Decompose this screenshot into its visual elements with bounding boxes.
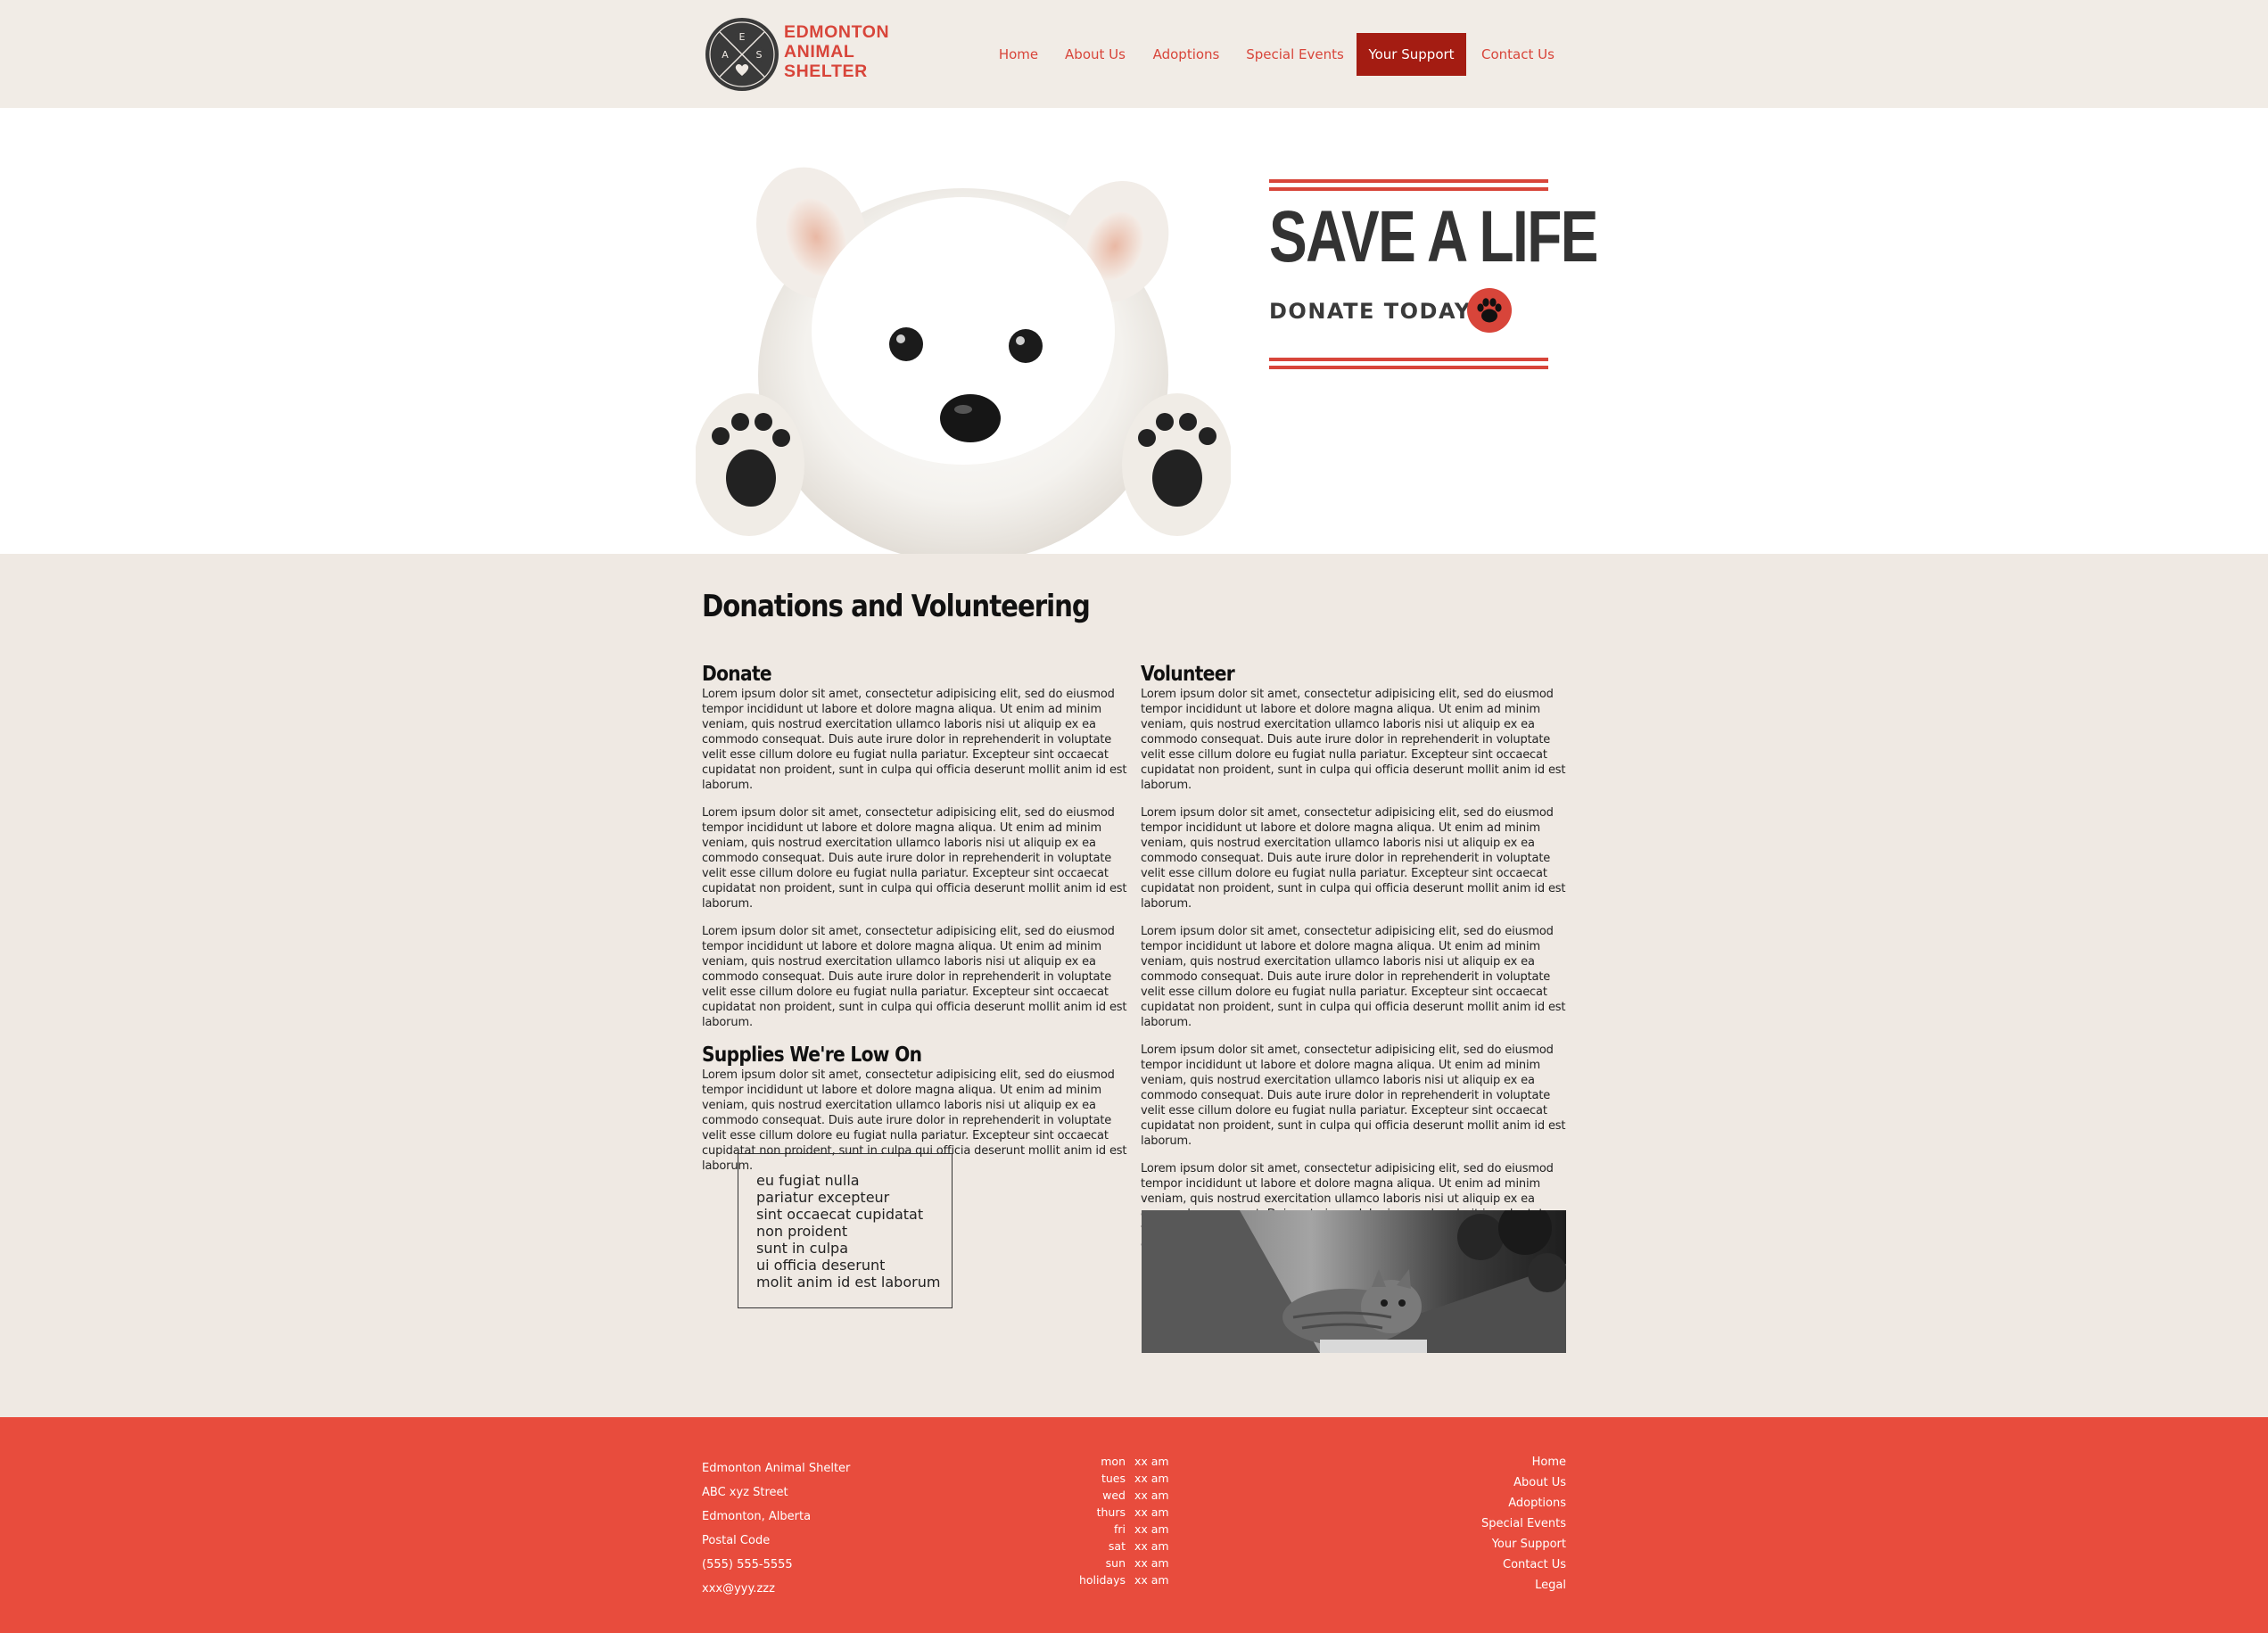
- hours-row: holidays xx am: [1070, 1571, 1177, 1588]
- donate-paragraph: Lorem ipsum dolor sit amet, consectetur …: [702, 688, 1127, 792]
- logo-wordmark: EDMONTON ANIMAL SHELTER: [784, 22, 889, 81]
- hours-time: xx am: [1134, 1522, 1169, 1536]
- nav-special-events[interactable]: Special Events: [1246, 33, 1344, 76]
- hours-time: xx am: [1134, 1556, 1169, 1570]
- nav-about-us[interactable]: About Us: [1065, 33, 1126, 76]
- paw-icon: [1477, 298, 1502, 323]
- logo-letter-s: S: [756, 49, 763, 61]
- volunteer-column: Volunteer Lorem ipsum dolor sit amet, co…: [1141, 662, 1569, 1280]
- footer-link-contact-us[interactable]: Contact Us: [1382, 1555, 1566, 1575]
- footer-phone[interactable]: (555) 555-5555: [702, 1553, 850, 1577]
- footer-org-name: Edmonton Animal Shelter: [702, 1462, 851, 1475]
- footer-link-about-us[interactable]: About Us: [1382, 1472, 1566, 1493]
- supplies-list-item: eu fugiat nulla: [756, 1172, 860, 1189]
- volunteer-paragraph: Lorem ipsum dolor sit amet, consectetur …: [1141, 688, 1566, 792]
- donate-paragraph: Lorem ipsum dolor sit amet, consectetur …: [702, 806, 1127, 911]
- logo-line-1: EDMONTON: [784, 22, 890, 42]
- callout-rule-bottom-1: [1269, 358, 1548, 361]
- hours-day: sat: [1108, 1539, 1126, 1553]
- supplies-list-item: sint occaecat cupidatat: [756, 1206, 924, 1223]
- hours-row: tues xx am: [1070, 1470, 1177, 1487]
- nav-your-support[interactable]: Your Support: [1357, 33, 1466, 76]
- donate-today-label[interactable]: DONATE TODAY: [1269, 299, 1472, 324]
- hours-time: xx am: [1134, 1539, 1169, 1553]
- volunteer-heading: Volunteer: [1141, 663, 1235, 686]
- hours-row: thurs xx am: [1070, 1504, 1177, 1521]
- footer-link-legal[interactable]: Legal: [1382, 1575, 1566, 1596]
- nav-home[interactable]: Home: [998, 33, 1039, 76]
- hours-time: xx am: [1134, 1472, 1169, 1485]
- donate-heading: Donate: [702, 663, 772, 686]
- callout-rule-bottom-2: [1269, 366, 1548, 369]
- footer-street: ABC xyz Street: [702, 1486, 788, 1499]
- hours-row: fri xx am: [1070, 1521, 1177, 1538]
- volunteer-paragraph: Lorem ipsum dolor sit amet, consectetur …: [1141, 925, 1566, 1029]
- logo-line-2: ANIMAL: [784, 42, 855, 62]
- volunteer-paragraph: Lorem ipsum dolor sit amet, consectetur …: [1141, 1043, 1566, 1148]
- callout-rule-top-1: [1269, 179, 1548, 183]
- hours-time: xx am: [1134, 1505, 1169, 1519]
- hours-day: sun: [1105, 1556, 1126, 1570]
- hours-time: xx am: [1134, 1489, 1169, 1502]
- footer-email[interactable]: xxx@yyy.zzz: [702, 1577, 850, 1601]
- hours-day: holidays: [1078, 1573, 1126, 1587]
- hours-row: sun xx am: [1070, 1555, 1177, 1571]
- donate-paw-button[interactable]: [1467, 288, 1512, 333]
- site-logo[interactable]: E A S EDMONTON ANIMAL SHELTER: [705, 17, 892, 92]
- site-header: E A S EDMONTON ANIMAL SHELTER Home About…: [0, 0, 2268, 108]
- callout-rule-top-2: [1269, 187, 1548, 191]
- donate-column: Donate Lorem ipsum dolor sit amet, conse…: [702, 662, 1130, 1186]
- footer-postal-code: Postal Code: [702, 1534, 771, 1547]
- hours-day: tues: [1101, 1472, 1126, 1485]
- logo-letter-e: E: [739, 31, 746, 43]
- logo-line-3: SHELTER: [784, 62, 868, 81]
- footer-link-special-events[interactable]: Special Events: [1382, 1513, 1566, 1534]
- hours-day: fri: [1113, 1522, 1126, 1536]
- supplies-heading: Supplies We're Low On: [702, 1043, 922, 1067]
- footer-link-your-support[interactable]: Your Support: [1382, 1534, 1566, 1555]
- footer-address: Edmonton Animal Shelter ABC xyz Street E…: [702, 1456, 850, 1601]
- volunteer-paragraph: Lorem ipsum dolor sit amet, consectetur …: [1141, 806, 1566, 911]
- supplies-list-item: non proident: [756, 1223, 848, 1240]
- footer-link-home[interactable]: Home: [1382, 1452, 1566, 1472]
- cat-image: [1142, 1210, 1566, 1353]
- donate-paragraph: Lorem ipsum dolor sit amet, consectetur …: [702, 925, 1127, 1029]
- save-a-life-callout: SAVE A LIFE DONATE TODAY: [1269, 179, 1598, 371]
- hours-row: mon xx am: [1070, 1453, 1177, 1470]
- logo-badge-icon: E A S: [705, 18, 779, 91]
- hours-time: xx am: [1134, 1573, 1169, 1587]
- hours-row: wed xx am: [1070, 1487, 1177, 1504]
- footer-nav: Home About Us Adoptions Special Events Y…: [1382, 1452, 1566, 1596]
- main-nav: Home About Us Adoptions Special Events Y…: [981, 33, 1561, 76]
- hero-banner: SAVE A LIFE DONATE TODAY: [0, 108, 2268, 554]
- puppy-image: [696, 167, 1231, 554]
- nav-contact-us[interactable]: Contact Us: [1481, 33, 1555, 76]
- hours-day: thurs: [1096, 1505, 1126, 1519]
- hours-time: xx am: [1134, 1455, 1169, 1468]
- hours-row: sat xx am: [1070, 1538, 1177, 1555]
- supplies-list-item: pariatur excepteur: [756, 1189, 890, 1206]
- logo-letter-a: A: [722, 49, 729, 61]
- supplies-list-item: molit anim id est laborum: [756, 1274, 941, 1291]
- cat-photo: [1142, 1210, 1566, 1353]
- footer-link-adoptions[interactable]: Adoptions: [1382, 1493, 1566, 1513]
- supplies-list-item: sunt in culpa: [756, 1240, 848, 1257]
- nav-adoptions[interactable]: Adoptions: [1152, 33, 1220, 76]
- hours-day: mon: [1101, 1455, 1126, 1468]
- footer-city: Edmonton, Alberta: [702, 1510, 812, 1523]
- footer-hours: mon xx am tues xx am wed xx am thurs xx …: [1070, 1453, 1177, 1588]
- hours-day: wed: [1102, 1489, 1126, 1502]
- supplies-list: eu fugiat nulla pariatur excepteur sint …: [738, 1153, 953, 1308]
- hero-title: SAVE A LIFE: [1269, 196, 1598, 277]
- page-title: Donations and Volunteering: [702, 589, 1091, 624]
- supplies-list-item: ui officia deserunt: [756, 1257, 886, 1274]
- site-footer: Edmonton Animal Shelter ABC xyz Street E…: [0, 1417, 2268, 1633]
